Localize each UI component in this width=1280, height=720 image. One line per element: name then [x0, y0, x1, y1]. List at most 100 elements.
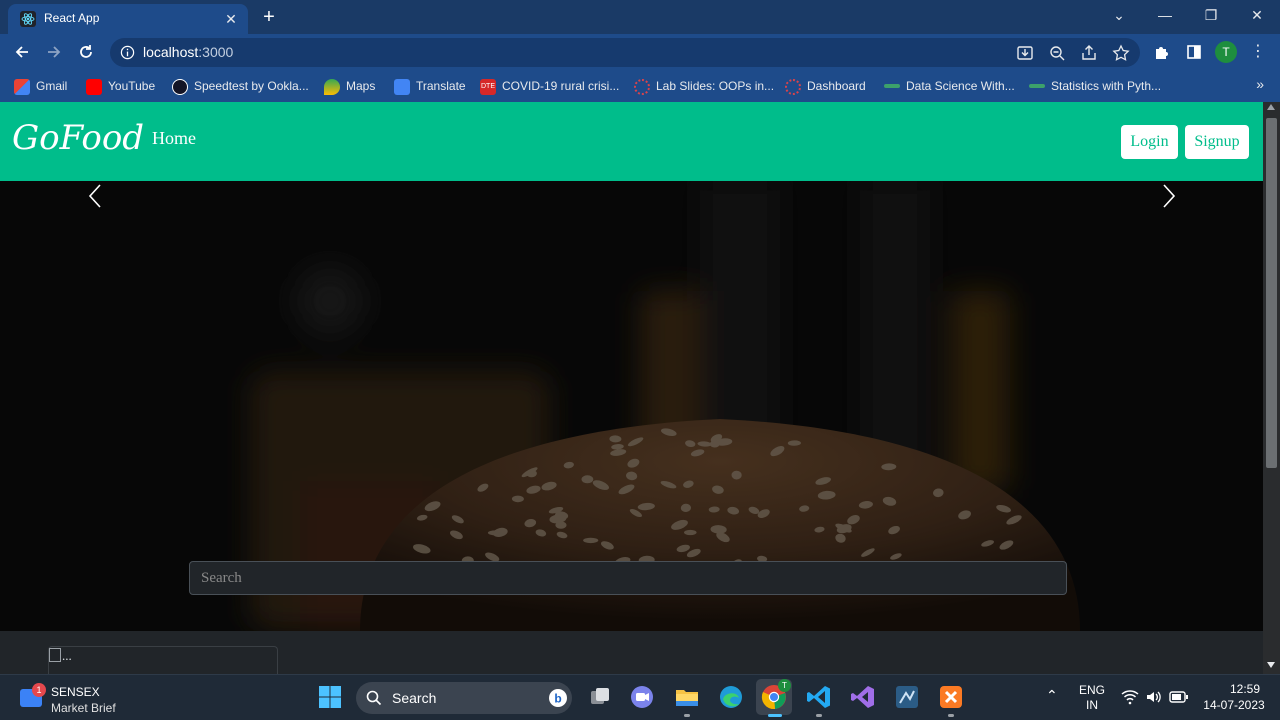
svg-text:b: b — [554, 692, 561, 706]
teams-chat-icon[interactable] — [628, 683, 656, 711]
brand-logo[interactable]: GoFood — [12, 118, 144, 158]
dte-icon: DTE — [480, 78, 496, 95]
info-icon[interactable] — [120, 45, 135, 60]
tab-strip: React App ✕ + ⌄ — ❐ ✕ — [0, 0, 1280, 34]
bookmark-data-science[interactable]: Data Science With... — [884, 77, 1015, 95]
search-input[interactable]: Search — [189, 561, 1067, 595]
link-icon — [1029, 83, 1045, 88]
chrome-profile-badge: T — [778, 679, 791, 692]
url-text[interactable]: localhost:3000 — [143, 44, 233, 60]
bookmark-gmail[interactable]: Gmail — [14, 77, 67, 95]
language-bottom[interactable]: IN — [1078, 698, 1106, 712]
reload-button[interactable] — [72, 38, 100, 66]
bookmark-speedtest[interactable]: Speedtest by Ookla... — [172, 77, 309, 95]
url-host: localhost — [143, 44, 199, 60]
share-icon[interactable] — [1079, 43, 1099, 63]
scroll-down-icon[interactable] — [1267, 662, 1275, 668]
restore-button[interactable]: ❐ — [1188, 0, 1234, 30]
taskbar: 1 SENSEX Market Brief Search b T ⌃ ENG I… — [0, 674, 1280, 720]
tray-overflow-icon[interactable]: ⌃ — [1046, 687, 1058, 704]
minimize-button[interactable]: — — [1142, 0, 1188, 30]
food-card[interactable]: ... — [48, 646, 278, 674]
taskbar-search-label: Search — [392, 690, 437, 706]
browser-tab[interactable]: React App ✕ — [8, 4, 248, 34]
forward-button[interactable] — [40, 38, 68, 66]
arrow-right-icon — [48, 46, 61, 58]
profile-initial: T — [1215, 41, 1237, 63]
wifi-icon[interactable] — [1121, 689, 1139, 705]
bookmarks-bar: Gmail YouTube Speedtest by Ookla... Maps… — [0, 70, 1280, 102]
close-window-button[interactable]: ✕ — [1234, 0, 1280, 30]
close-tab-icon[interactable]: ✕ — [222, 10, 240, 28]
gmail-icon — [14, 78, 30, 95]
extensions-icon[interactable] — [1148, 38, 1176, 66]
card-image: ... — [49, 648, 72, 664]
bookmark-translate[interactable]: Translate — [394, 77, 466, 95]
bookmarks-overflow-icon[interactable]: » — [1256, 76, 1264, 92]
volume-icon[interactable] — [1145, 689, 1163, 705]
running-indicator — [816, 714, 822, 717]
edge-icon[interactable] — [717, 683, 745, 711]
profile-avatar[interactable]: T — [1212, 38, 1240, 66]
page-scrollbar[interactable] — [1263, 102, 1280, 674]
bookmark-label: YouTube — [108, 79, 156, 93]
arrow-left-icon — [15, 46, 28, 58]
panel-icon — [1187, 45, 1201, 59]
vscode-icon[interactable] — [805, 683, 833, 711]
bookmark-maps[interactable]: Maps — [324, 77, 375, 95]
new-tab-button[interactable]: + — [258, 6, 280, 28]
login-button[interactable]: Login — [1121, 125, 1178, 159]
link-icon — [884, 83, 900, 88]
side-panel-icon[interactable] — [1180, 38, 1208, 66]
translate-icon — [394, 78, 410, 95]
bookmark-label: Lab Slides: OOPs in... — [656, 79, 775, 93]
widgets-button[interactable]: 1 SENSEX Market Brief — [18, 681, 178, 715]
bookmark-label: Dashboard — [807, 79, 866, 93]
back-button[interactable] — [8, 38, 36, 66]
carousel-next-icon[interactable] — [1156, 181, 1180, 211]
widget-subtitle: Market Brief — [51, 701, 116, 715]
bookmark-lab-slides[interactable]: Lab Slides: OOPs in... — [634, 77, 774, 95]
clock-date[interactable]: 14-07-2023 — [1198, 698, 1270, 712]
hero-carousel: Search — [0, 181, 1263, 631]
food-cards: ... — [0, 631, 1263, 674]
taskbar-search[interactable]: Search b — [356, 682, 572, 714]
carousel-prev-icon[interactable] — [84, 181, 108, 211]
scroll-up-icon[interactable] — [1267, 104, 1275, 110]
language-top[interactable]: ENG — [1078, 683, 1106, 697]
mysql-workbench-icon[interactable] — [893, 683, 921, 711]
menu-dots-icon[interactable]: ⋮ — [1244, 38, 1272, 66]
bing-icon[interactable]: b — [548, 688, 568, 708]
youtube-icon — [86, 78, 102, 95]
react-icon — [20, 11, 36, 27]
running-indicator — [684, 714, 690, 717]
task-view-icon[interactable] — [586, 683, 614, 711]
windows-start-icon[interactable] — [316, 683, 344, 711]
navbar: GoFood Home Login Signup — [0, 102, 1263, 181]
widget-title: SENSEX — [51, 685, 100, 699]
zoom-icon[interactable] — [1047, 43, 1067, 63]
active-indicator — [768, 714, 782, 717]
tab-search-icon[interactable]: ⌄ — [1096, 0, 1142, 30]
nav-home-link[interactable]: Home — [152, 128, 196, 149]
chrome-taskbar-button[interactable]: T — [756, 679, 792, 715]
card-image-alt: ... — [62, 648, 72, 663]
bookmark-covid[interactable]: DTE COVID-19 rural crisi... — [480, 77, 619, 95]
bookmark-dashboard[interactable]: Dashboard — [785, 77, 866, 95]
install-app-icon[interactable] — [1015, 43, 1035, 63]
scroll-thumb[interactable] — [1266, 118, 1277, 468]
clock-time[interactable]: 12:59 — [1222, 682, 1268, 696]
bookmark-youtube[interactable]: YouTube — [86, 77, 155, 95]
bookmark-label: Speedtest by Ookla... — [194, 79, 309, 93]
visual-studio-icon[interactable] — [849, 683, 877, 711]
bookmark-statistics[interactable]: Statistics with Pyth... — [1029, 77, 1161, 95]
puzzle-icon — [1156, 47, 1168, 59]
battery-icon[interactable] — [1169, 690, 1189, 704]
address-bar[interactable]: localhost:3000 — [110, 38, 1140, 67]
bookmark-star-icon[interactable] — [1111, 43, 1131, 63]
file-explorer-icon[interactable] — [673, 683, 701, 711]
xampp-icon[interactable] — [937, 683, 965, 711]
signup-button[interactable]: Signup — [1185, 125, 1249, 159]
bookmark-label: Maps — [346, 79, 376, 93]
bookmark-label: COVID-19 rural crisi... — [502, 79, 620, 93]
